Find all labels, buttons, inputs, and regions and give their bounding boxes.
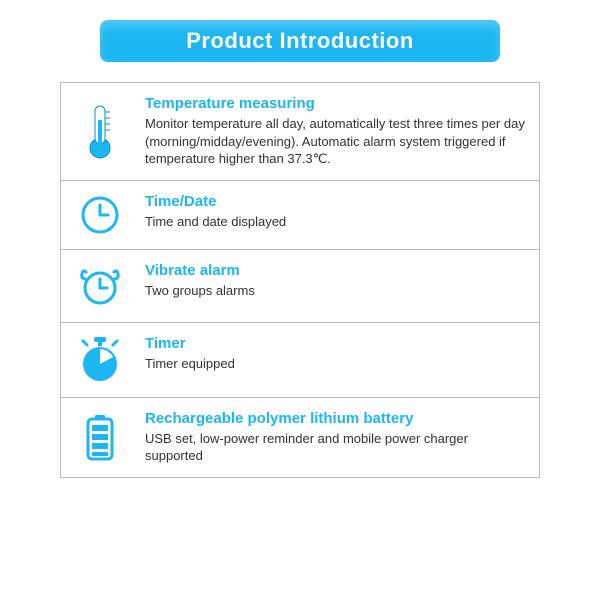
feature-text: Vibrate alarm Two groups alarms [139, 250, 539, 322]
feature-text: Temperature measuring Monitor temperatur… [139, 83, 539, 180]
feature-title: Timer [145, 335, 525, 352]
feature-table: Temperature measuring Monitor temperatur… [60, 82, 540, 478]
table-row: Time/Date Time and date displayed [61, 181, 539, 250]
page-title: Product Introduction [100, 20, 500, 62]
feature-text: Time/Date Time and date displayed [139, 181, 539, 249]
table-row: Vibrate alarm Two groups alarms [61, 250, 539, 323]
feature-desc: Monitor temperature all day, automatical… [145, 115, 525, 168]
feature-title: Time/Date [145, 193, 525, 210]
clock-icon [61, 181, 139, 249]
feature-desc: Timer equipped [145, 355, 525, 373]
stopwatch-icon [61, 323, 139, 397]
feature-text: Timer Timer equipped [139, 323, 539, 397]
feature-title: Temperature measuring [145, 95, 525, 112]
table-row: Timer Timer equipped [61, 323, 539, 398]
feature-text: Rechargeable polymer lithium battery USB… [139, 398, 539, 477]
table-row: Rechargeable polymer lithium battery USB… [61, 398, 539, 477]
battery-icon [61, 398, 139, 477]
thermometer-icon [61, 83, 139, 180]
feature-title: Vibrate alarm [145, 262, 525, 279]
feature-desc: Two groups alarms [145, 282, 525, 300]
table-row: Temperature measuring Monitor temperatur… [61, 83, 539, 181]
feature-title: Rechargeable polymer lithium battery [145, 410, 525, 427]
alarm-icon [61, 250, 139, 322]
feature-desc: USB set, low-power reminder and mobile p… [145, 430, 525, 465]
feature-desc: Time and date displayed [145, 213, 525, 231]
